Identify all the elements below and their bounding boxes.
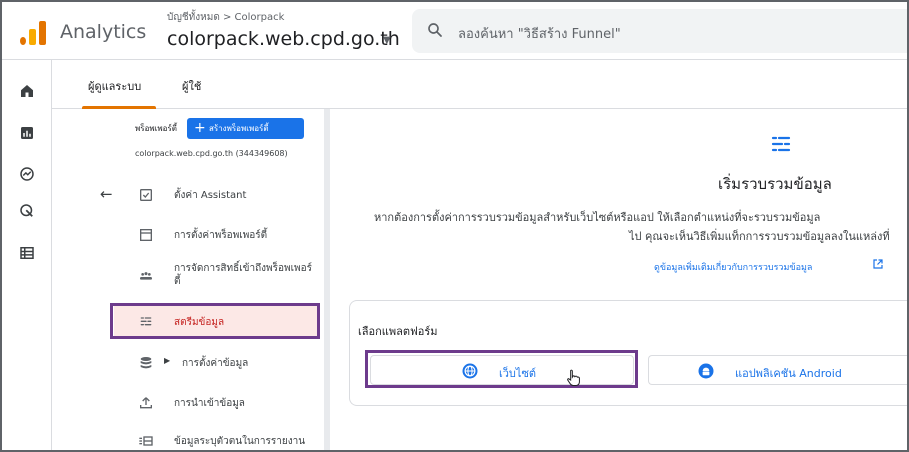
nav-item-data-import[interactable]: การนำเข้าข้อมูล xyxy=(132,387,322,419)
property-id-text: colorpack.web.cpd.go.th (344349608) xyxy=(135,149,288,158)
android-icon xyxy=(698,363,714,379)
database-icon xyxy=(140,357,152,369)
advertising-icon[interactable] xyxy=(18,202,36,220)
tab-admin[interactable]: ผู้ดูแลระบบ xyxy=(88,77,141,95)
learn-more-link[interactable]: ดูข้อมูลเพิ่มเติมเกี่ยวกับการรวบรวมข้อมู… xyxy=(654,260,812,274)
nav-item-setup-assistant[interactable]: ตั้งค่า Assistant xyxy=(132,179,322,211)
platform-label: เลือกแพลตฟอร์ม xyxy=(358,325,438,338)
search-icon xyxy=(428,23,442,37)
search-bar[interactable]: ลองค้นหา "วิธีสร้าง Funnel" xyxy=(412,9,907,53)
left-nav-rail xyxy=(2,60,52,450)
nav-item-property-access[interactable]: การจัดการสิทธิ์เข้าถึงพร็อพเพอร์ตี้ xyxy=(132,259,322,291)
property-heading: พร็อพเพอร์ตี้ xyxy=(135,124,177,133)
nav-item-label: การจัดการสิทธิ์เข้าถึงพร็อพเพอร์ตี้ xyxy=(174,263,312,287)
nav-item-label: ข้อมูลระบุตัวตนในการรายงาน xyxy=(174,436,306,447)
nav-item-data-settings[interactable]: ▶ การตั้งค่าข้อมูล xyxy=(132,347,322,379)
external-link-icon[interactable] xyxy=(872,258,884,270)
back-arrow-icon[interactable]: ← xyxy=(100,185,113,203)
explore-icon[interactable] xyxy=(18,165,36,183)
create-property-button[interactable]: + สร้างพร็อพเพอร์ตี้ xyxy=(187,118,304,139)
people-icon xyxy=(140,272,152,280)
nav-item-property-settings[interactable]: การตั้งค่าพร็อพเพอร์ตี้ xyxy=(132,219,322,251)
chevron-down-icon[interactable]: ▼ xyxy=(383,35,391,46)
expand-caret-icon[interactable]: ▶ xyxy=(164,356,170,365)
description-text: หากต้องการตั้งค่าการรวบรวมข้อมูลสำหรับเว… xyxy=(374,211,821,224)
page-title: เริ่มรวบรวมข้อมูล xyxy=(718,175,832,193)
highlight-box-data-streams xyxy=(110,303,320,339)
plus-icon: + xyxy=(194,120,206,136)
app-title: Analytics xyxy=(60,21,147,43)
reporting-identity-icon xyxy=(139,436,153,446)
account-breadcrumb[interactable]: บัญชีทั้งหมด > Colorpack xyxy=(167,10,284,25)
home-icon[interactable] xyxy=(18,82,36,100)
data-stream-header-icon xyxy=(771,136,791,152)
admin-tabs: ผู้ดูแลระบบ ผู้ใช้ xyxy=(52,60,907,109)
create-property-label: สร้างพร็อพเพอร์ตี้ xyxy=(209,124,269,133)
tab-user[interactable]: ผู้ใช้ xyxy=(182,77,201,95)
nav-item-label: การตั้งค่าข้อมูล xyxy=(182,358,249,369)
property-column: พร็อพเพอร์ตี้ + สร้างพร็อพเพอร์ตี้ color… xyxy=(92,109,330,450)
nav-item-label: การนำเข้าข้อมูล xyxy=(174,398,245,409)
reports-icon[interactable] xyxy=(18,124,36,142)
android-platform-label: แอปพลิเคชัน Android xyxy=(735,367,842,380)
checkbox-icon xyxy=(140,189,152,201)
android-platform-button[interactable]: แอปพลิเคชัน Android xyxy=(648,355,907,385)
analytics-logo-icon[interactable] xyxy=(20,19,48,45)
screenshot-frame: Analytics บัญชีทั้งหมด > Colorpack color… xyxy=(0,0,909,452)
nav-item-label: การตั้งค่าพร็อพเพอร์ตี้ xyxy=(174,230,268,241)
top-app-bar: Analytics บัญชีทั้งหมด > Colorpack color… xyxy=(2,2,907,60)
highlight-box-web-button xyxy=(365,350,638,388)
upload-icon xyxy=(140,397,152,409)
nav-item-label: ตั้งค่า Assistant xyxy=(174,190,247,201)
property-selector[interactable]: colorpack.web.cpd.go.th xyxy=(167,28,400,50)
window-icon xyxy=(140,229,152,241)
configure-icon[interactable] xyxy=(18,244,36,262)
description-text-continued: ไป คุณจะเห็นวิธีเพิ่มแท็กการรวบรวมข้อมูล… xyxy=(629,230,890,243)
search-input[interactable]: ลองค้นหา "วิธีสร้าง Funnel" xyxy=(458,23,621,44)
hand-cursor-icon xyxy=(567,369,580,386)
nav-item-reporting-identity[interactable]: ข้อมูลระบุตัวตนในการรายงาน xyxy=(132,425,322,450)
